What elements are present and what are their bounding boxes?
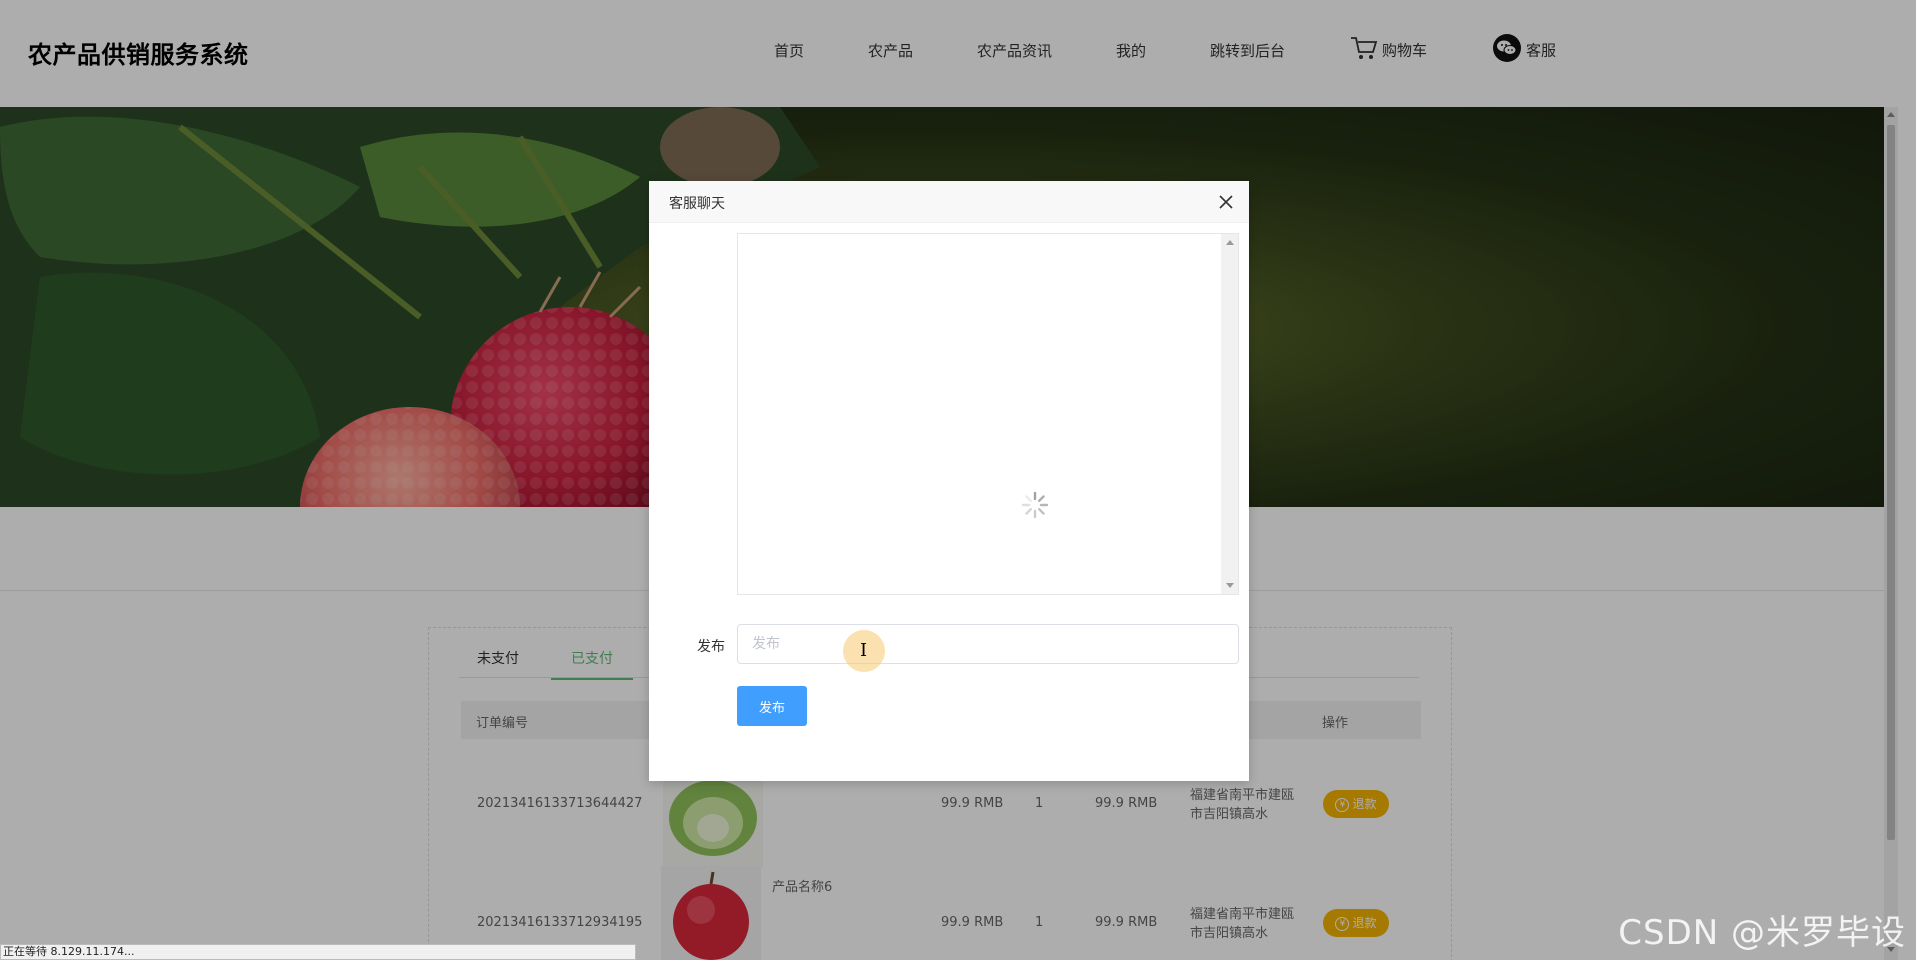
dialog-title: 客服聊天 [669, 196, 725, 212]
close-icon[interactable] [1215, 191, 1237, 213]
chat-scrollbar[interactable] [1221, 234, 1238, 594]
text-cursor-icon: I [860, 640, 868, 661]
message-label: 发布 [697, 639, 725, 655]
watermark: CSDN @米罗毕设 [1618, 913, 1906, 953]
chat-history[interactable] [737, 233, 1239, 595]
dialog-header: 客服聊天 [649, 181, 1249, 223]
scroll-up-icon[interactable] [1226, 240, 1234, 245]
submit-button[interactable]: 发布 [737, 686, 807, 726]
browser-status-bar: 正在等待 8.129.11.174... [0, 944, 636, 960]
loading-spinner-icon [1021, 491, 1049, 523]
message-input[interactable] [737, 624, 1239, 664]
chat-dialog: 客服聊天 发布 发布 [649, 181, 1249, 781]
scroll-down-icon[interactable] [1226, 583, 1234, 588]
